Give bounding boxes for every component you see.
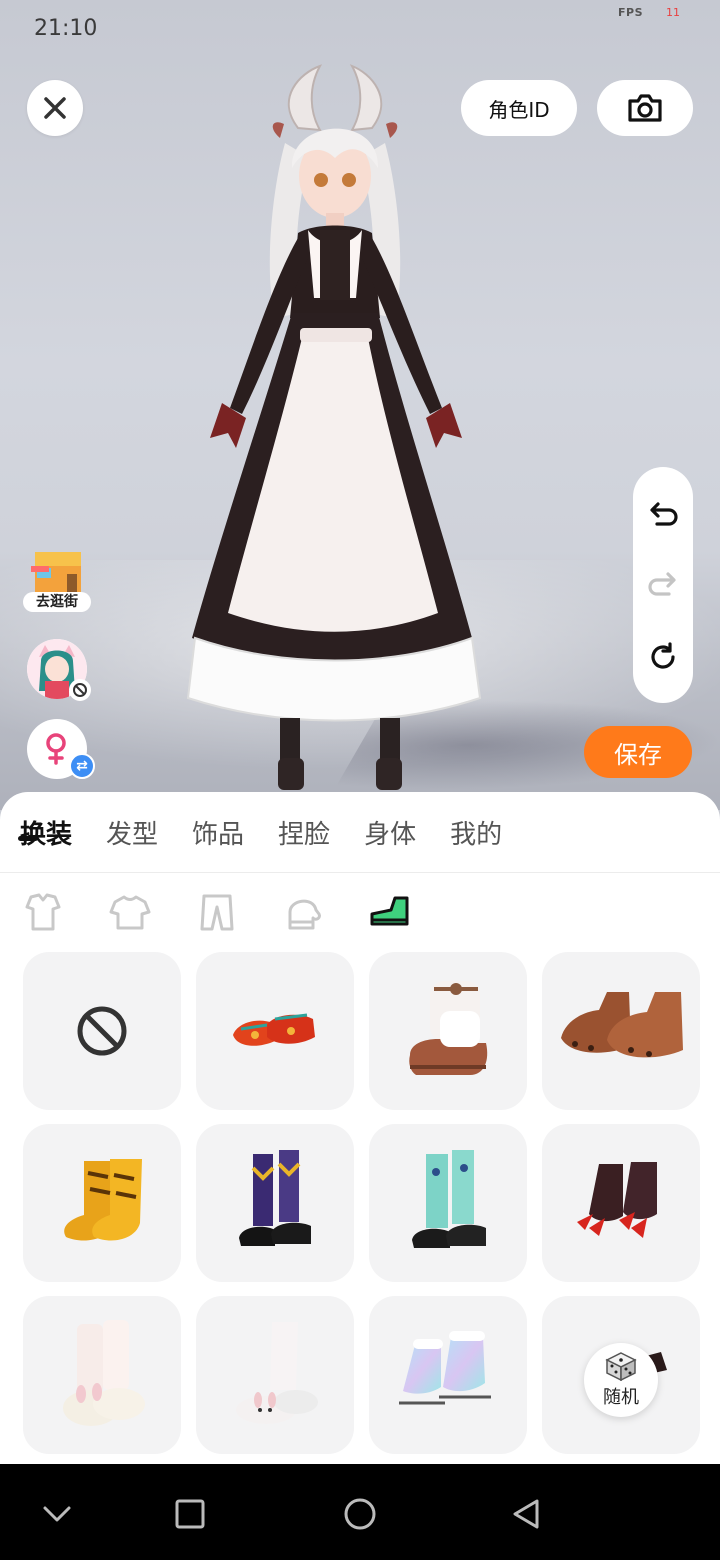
bunny-slippers-pink-icon: [63, 1320, 145, 1426]
hidden-badge: [69, 679, 91, 701]
swap-icon: ⇄: [69, 753, 95, 779]
brown-paw-boots-icon: [561, 992, 683, 1058]
avatar-character[interactable]: [180, 58, 490, 798]
profile-avatar-button[interactable]: [27, 639, 91, 701]
reset-icon: [651, 642, 675, 669]
item-bunny-slippers-pink[interactable]: [23, 1296, 181, 1454]
close-icon: [44, 97, 66, 119]
red-flats-icon: [233, 1013, 315, 1046]
subcat-top[interactable]: [108, 890, 152, 934]
full-outfit-icon: [25, 893, 61, 931]
triangle-back-icon: [513, 1499, 539, 1529]
item-mint-socks-shoes[interactable]: [369, 1124, 527, 1282]
active-tab-indicator: [18, 836, 38, 841]
tab-body[interactable]: 身体: [364, 818, 416, 858]
item-bunny-slippers-white[interactable]: [196, 1296, 354, 1454]
gloves-icon: [288, 899, 321, 930]
nav-recents-button[interactable]: [170, 1494, 210, 1534]
argyle-socks-shoes-icon: [239, 1150, 311, 1246]
fps-label: FPS: [618, 6, 643, 19]
subcat-full-outfit[interactable]: [21, 890, 65, 934]
holographic-skates-icon: [399, 1331, 491, 1405]
reset-button[interactable]: [645, 639, 681, 675]
fur-boots-icon: [409, 981, 488, 1075]
item-none[interactable]: [23, 952, 181, 1110]
pants-icon: [200, 894, 234, 931]
close-button[interactable]: [27, 80, 83, 136]
undo-icon: [650, 502, 678, 526]
redo-icon: [648, 572, 676, 596]
fps-value: 11: [666, 6, 680, 19]
item-holographic-skates[interactable]: [369, 1296, 527, 1454]
tab-accessories[interactable]: 饰品: [192, 818, 244, 858]
shop-label: 去逛街: [23, 592, 91, 612]
nav-collapse-button[interactable]: [37, 1494, 77, 1534]
shop-icon: [31, 552, 81, 594]
tabs-divider: [0, 872, 720, 873]
random-button[interactable]: 随机: [584, 1343, 658, 1417]
undo-button[interactable]: [645, 497, 681, 533]
item-fur-boots[interactable]: [369, 952, 527, 1110]
go-shopping-button[interactable]: 去逛街: [23, 548, 91, 612]
mint-socks-shoes-icon: [412, 1150, 486, 1248]
item-claw-boots[interactable]: [542, 1124, 700, 1282]
tab-mine[interactable]: 我的: [450, 818, 502, 858]
item-argyle-socks-shoes[interactable]: [196, 1124, 354, 1282]
item-brown-paw-boots[interactable]: [542, 952, 700, 1110]
random-label: 随机: [603, 1387, 639, 1408]
none-icon: [77, 1006, 127, 1056]
bunny-slippers-white-icon: [236, 1322, 318, 1424]
square-icon: [175, 1499, 205, 1529]
subcat-shoes[interactable]: [368, 890, 412, 934]
no-icon: [73, 683, 87, 697]
camera-icon: [628, 94, 662, 122]
shoes-icon: [370, 896, 409, 926]
save-button[interactable]: 保存: [584, 726, 692, 778]
chevron-down-icon: [43, 1506, 71, 1522]
status-time: 21:10: [34, 16, 98, 41]
subcat-pants[interactable]: [195, 890, 239, 934]
subcategory-bar: [0, 890, 720, 934]
nav-home-button[interactable]: [340, 1494, 380, 1534]
nav-back-button[interactable]: [506, 1494, 546, 1534]
redo-button[interactable]: [645, 567, 681, 603]
home-circle-icon: [344, 1498, 376, 1530]
dice-icon: [605, 1352, 637, 1381]
role-id-button[interactable]: 角色ID: [461, 80, 577, 136]
item-red-flats[interactable]: [196, 952, 354, 1110]
subcat-gloves[interactable]: [282, 890, 326, 934]
avatar-preview-scene[interactable]: 21:10 FPS 11 角色ID 去逛街 ⇄ 保存: [0, 0, 720, 810]
tiger-boots-icon: [64, 1159, 142, 1241]
system-nav-bar: [0, 1464, 720, 1560]
history-panel: [633, 467, 693, 703]
tab-hairstyle[interactable]: 发型: [106, 818, 158, 858]
tab-face[interactable]: 捏脸: [278, 818, 330, 858]
camera-button[interactable]: [597, 80, 693, 136]
claw-boots-icon: [577, 1162, 657, 1238]
category-tabs: 换装 发型 饰品 捏脸 身体 我的: [20, 818, 536, 858]
item-tiger-boots[interactable]: [23, 1124, 181, 1282]
gender-switch-button[interactable]: ⇄: [27, 719, 95, 779]
top-icon: [109, 895, 151, 930]
